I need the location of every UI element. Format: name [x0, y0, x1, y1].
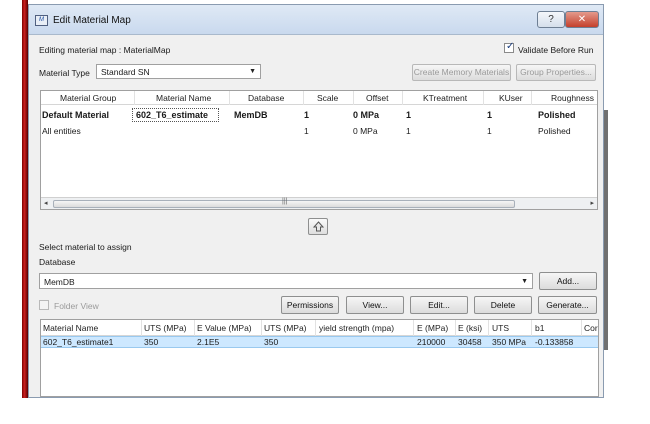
cell-ktreatment: 1 [406, 126, 411, 136]
database-label: Database [39, 257, 76, 267]
col-uts-mpa-2[interactable]: UTS (MPa) [264, 323, 307, 333]
table-row[interactable]: Default Material 602_T6_estimate MemDB 1… [41, 108, 597, 122]
database-select[interactable]: MemDB ▼ [39, 273, 533, 289]
close-button[interactable]: ✕ [565, 11, 599, 28]
cell-kuser: 1 [487, 126, 492, 136]
materials-table-header: Material Name ^ UTS (MPa) E Value (MPa) … [41, 320, 598, 336]
col-yield-strength[interactable]: yield strength (mpa) [319, 323, 394, 333]
col-ktreatment[interactable]: KTreatment [423, 93, 467, 103]
cell-e-value: 2.1E5 [197, 337, 220, 347]
groups-table-header: Material Group Material Name Database Sc… [41, 91, 597, 105]
edit-material-map-dialog: M Edit Material Map ? ✕ Editing material… [28, 4, 604, 398]
horizontal-scrollbar[interactable]: ◂ ||| ▸ [41, 197, 597, 209]
background-window-edge-right [604, 110, 608, 350]
add-button[interactable]: Add... [539, 272, 597, 290]
materials-table[interactable]: Material Name ^ UTS (MPa) E Value (MPa) … [40, 319, 599, 397]
col-offset[interactable]: Offset [366, 93, 389, 103]
cell-e-ksi: 30458 [458, 337, 482, 347]
col-uts[interactable]: UTS [492, 323, 509, 333]
select-material-label: Select material to assign [39, 242, 132, 252]
scrollbar-thumb[interactable]: ||| [53, 198, 515, 208]
table-row[interactable]: 602_T6_estimate1 350 2.1E5 350 210000 30… [41, 336, 598, 348]
col-material-name[interactable]: Material Name [156, 93, 211, 103]
title-bar[interactable]: M Edit Material Map ? ✕ [29, 5, 603, 35]
help-icon: ? [548, 14, 554, 25]
sort-ascending-icon: ^ [88, 319, 91, 324]
cell-material-name: 602_T6_estimate1 [43, 337, 114, 347]
col-material-name[interactable]: Material Name [43, 323, 98, 333]
col-roughness[interactable]: Roughness [551, 93, 594, 103]
cell-uts-mpa-2: 350 [264, 337, 279, 347]
up-arrow-icon [313, 221, 324, 232]
view-button[interactable]: View... [346, 296, 404, 314]
col-cor[interactable]: Cor [584, 323, 598, 333]
window-title: Edit Material Map [53, 15, 131, 26]
chevron-down-icon: ▼ [521, 278, 528, 285]
editing-label: Editing material map : MaterialMap [39, 45, 170, 55]
cell-scale: 1 [304, 126, 309, 136]
editing-prefix: Editing material map : [39, 45, 122, 55]
material-type-value: Standard SN [101, 67, 150, 77]
checkmark-icon: ✓ [506, 41, 515, 52]
col-kuser[interactable]: KUser [499, 93, 523, 103]
material-type-select[interactable]: Standard SN ▼ [96, 64, 261, 79]
generate-button[interactable]: Generate... [538, 296, 597, 314]
col-material-group[interactable]: Material Group [60, 93, 116, 103]
cell-roughness: Polished [538, 126, 571, 136]
col-database[interactable]: Database [248, 93, 284, 103]
col-e-value-mpa[interactable]: E Value (MPa) [197, 323, 252, 333]
cell-offset: 0 MPa [353, 126, 378, 136]
col-uts-mpa[interactable]: UTS (MPa) [144, 323, 187, 333]
group-properties-button[interactable]: Group Properties... [516, 64, 596, 81]
cell-e-mpa: 210000 [417, 337, 446, 347]
material-type-label: Material Type [39, 68, 90, 78]
cell-database: MemDB [234, 110, 268, 120]
cell-material-name[interactable]: 602_T6_estimate [136, 110, 208, 120]
validate-label: Validate Before Run [518, 45, 594, 55]
delete-button[interactable]: Delete [474, 296, 532, 314]
col-e-mpa[interactable]: E (MPa) [417, 323, 448, 333]
move-up-button[interactable] [308, 218, 328, 235]
col-e-ksi[interactable]: E (ksi) [458, 323, 482, 333]
help-button[interactable]: ? [537, 11, 565, 28]
cell-scale: 1 [304, 110, 310, 120]
cell-b1: -0.133858 [535, 337, 574, 347]
chevron-down-icon: ▼ [249, 68, 256, 75]
edit-button[interactable]: Edit... [410, 296, 468, 314]
grip-icon: ||| [282, 198, 288, 205]
table-row[interactable]: All entities 1 0 MPa 1 1 Polished [41, 124, 597, 138]
cell-uts: 350 MPa [492, 337, 527, 347]
cell-offset: 0 MPa [353, 110, 380, 120]
scroll-left-icon[interactable]: ◂ [44, 199, 48, 207]
cell-roughness: Polished [538, 110, 576, 120]
close-icon: ✕ [577, 14, 587, 25]
folder-view-label: Folder View [54, 301, 99, 311]
col-b1[interactable]: b1 [535, 323, 544, 333]
permissions-button[interactable]: Permissions [281, 296, 339, 314]
cell-group: All entities [42, 126, 81, 136]
database-select-value: MemDB [44, 277, 75, 287]
create-memory-materials-button[interactable]: Create Memory Materials [412, 64, 511, 81]
col-scale[interactable]: Scale [317, 93, 338, 103]
folder-view-checkbox[interactable] [39, 300, 49, 310]
cell-uts-mpa: 350 [144, 337, 159, 347]
validate-checkbox[interactable]: ✓ [504, 41, 515, 53]
cell-kuser: 1 [487, 110, 493, 120]
material-groups-table[interactable]: Material Group Material Name Database Sc… [40, 90, 598, 210]
scroll-right-icon[interactable]: ▸ [590, 199, 594, 207]
editing-map-name: MaterialMap [123, 45, 171, 55]
cell-ktreatment: 1 [406, 110, 412, 120]
material-map-app-icon: M [35, 15, 48, 26]
cell-group: Default Material [42, 110, 110, 120]
